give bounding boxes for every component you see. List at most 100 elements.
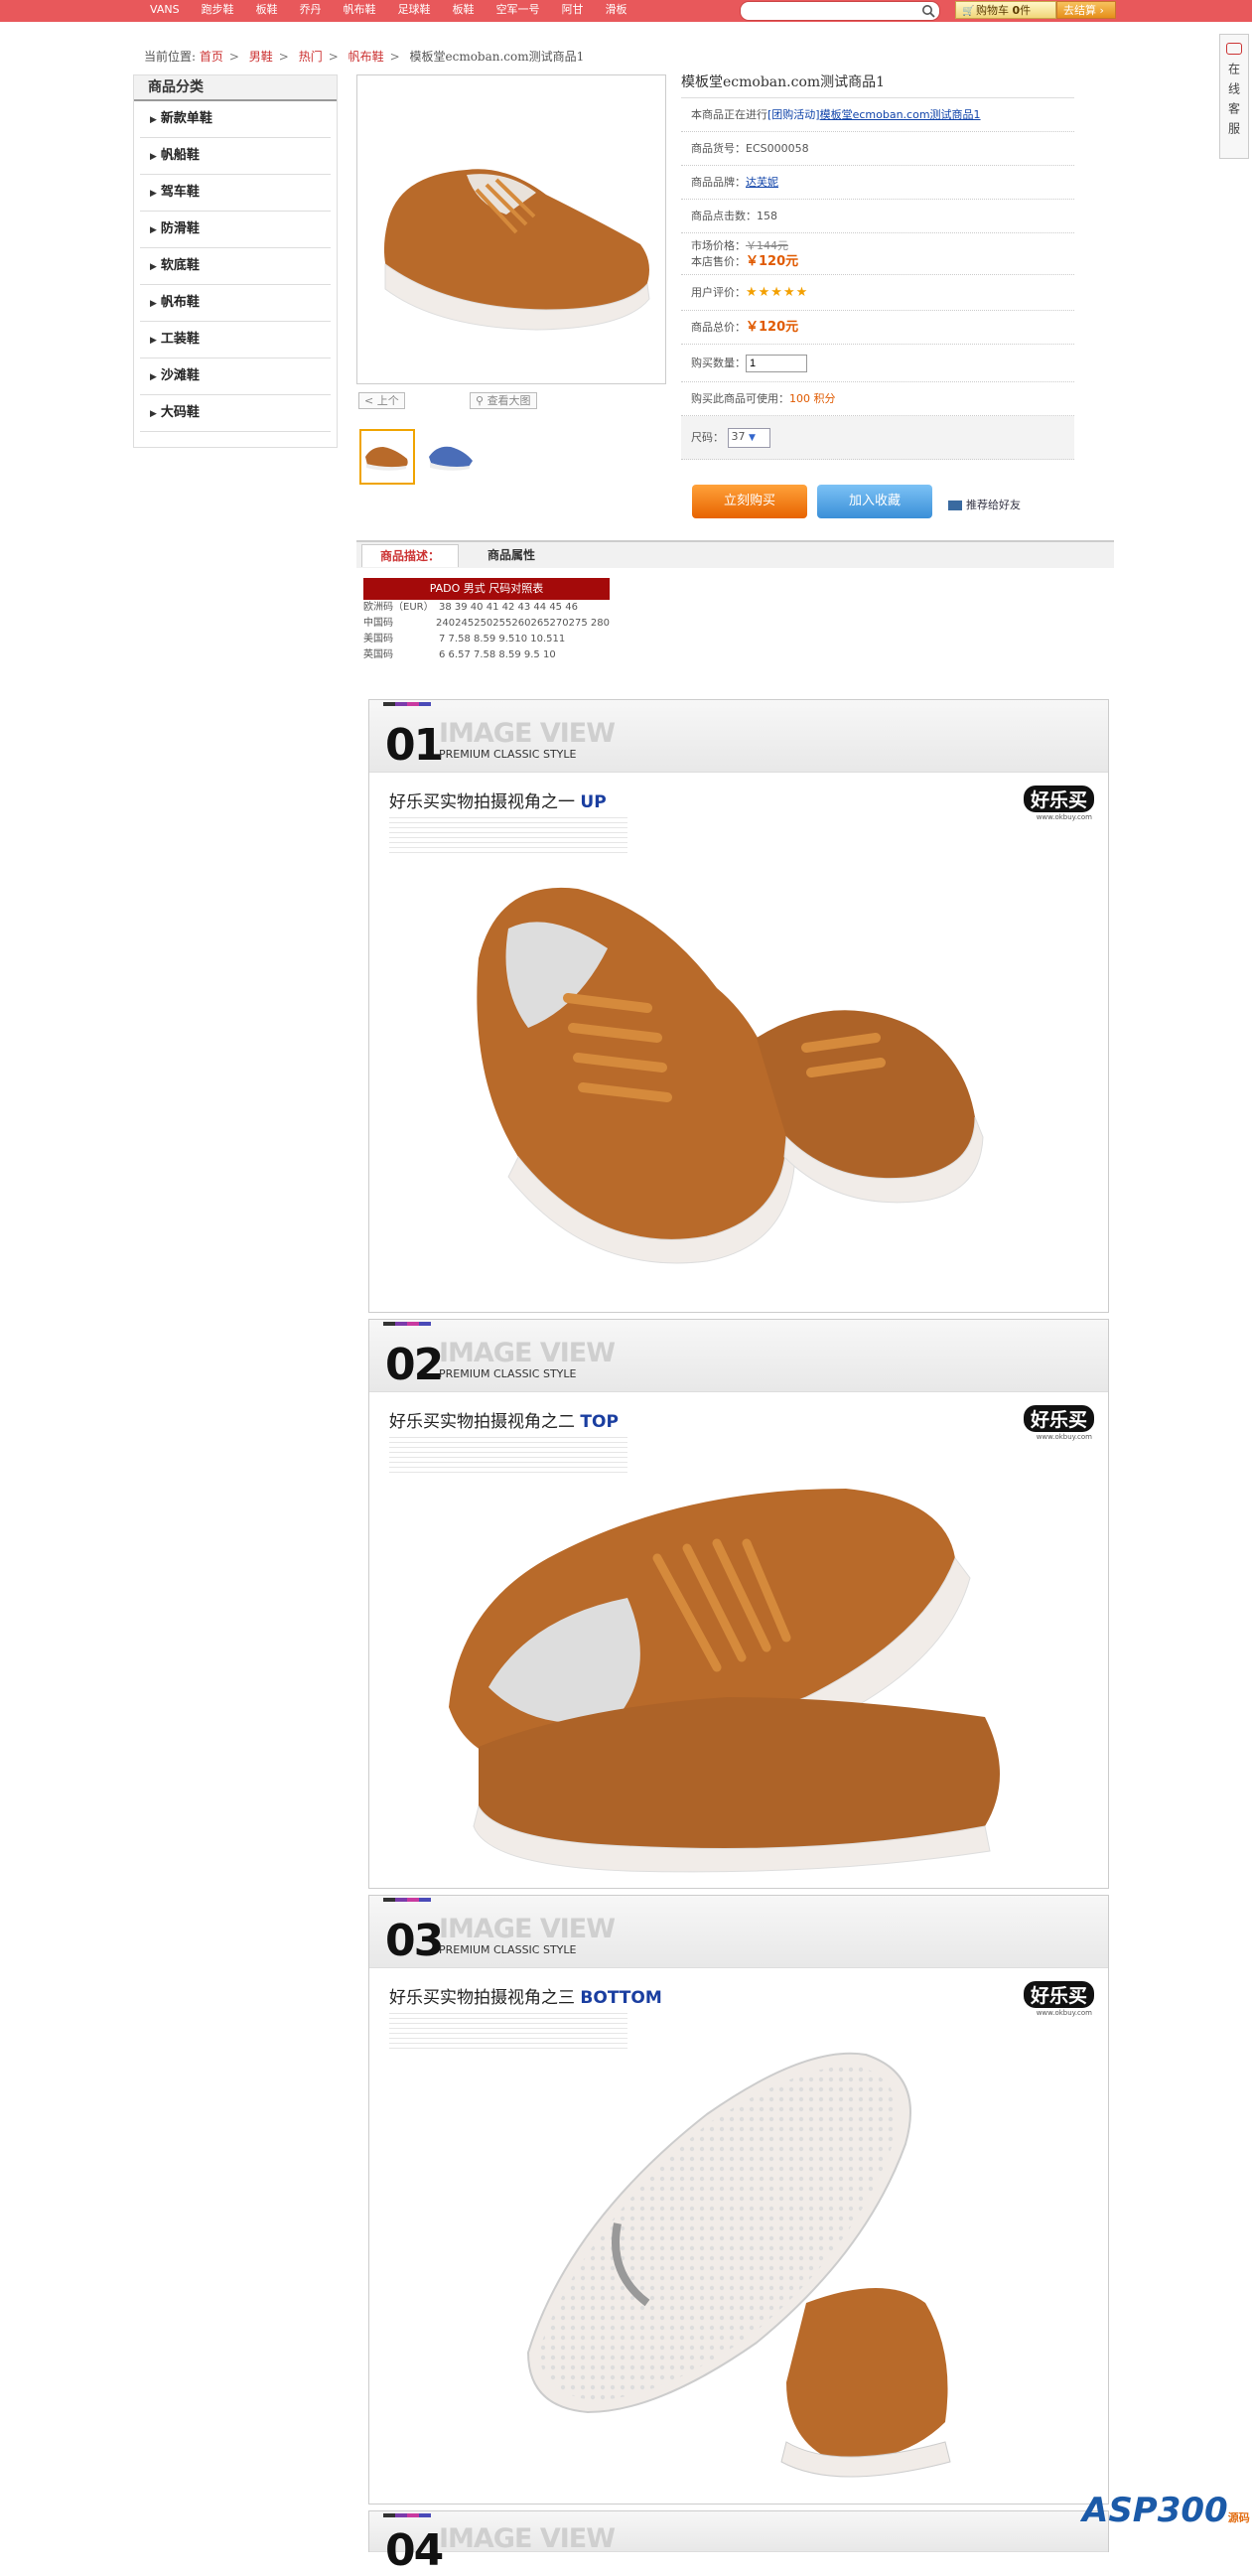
- sidebar-item[interactable]: ▶ 帆船鞋: [140, 138, 331, 175]
- nav-item[interactable]: 阿甘: [551, 0, 595, 22]
- prev-label: 上个: [376, 394, 399, 407]
- thumbnail-2[interactable]: [425, 431, 477, 483]
- brand-link[interactable]: 达芙妮: [746, 176, 778, 189]
- table-row: 欧洲码（EUR） 38 39 40 41 42 43 44 45 46: [363, 600, 610, 616]
- chevron-down-icon: ▼: [749, 433, 756, 443]
- sidebar-item[interactable]: ▶ 帆布鞋: [140, 285, 331, 322]
- view-large-button[interactable]: ⚲ 查看大图: [470, 392, 537, 409]
- size-row: 尺码： 37 ▼: [681, 416, 1074, 460]
- okbuy-url: www.okbuy.com: [1036, 2009, 1092, 2017]
- image-view-panel-4: 04 IMAGE VIEW: [368, 2510, 1109, 2576]
- shoe-thumbnail: [429, 446, 473, 471]
- nav-item[interactable]: 帆布鞋: [333, 0, 387, 22]
- caption-text: 好乐买实物拍摄视角之一: [389, 792, 575, 812]
- panel-header: 04 IMAGE VIEW: [369, 2511, 1108, 2576]
- points-value: 100: [789, 392, 810, 405]
- quantity-input[interactable]: [746, 355, 807, 372]
- nav-item[interactable]: 足球鞋: [387, 0, 442, 22]
- shop-price: ￥120元: [746, 254, 799, 269]
- breadcrumb-current: 模板堂ecmoban.com测试商品1: [409, 50, 585, 64]
- buy-now-button[interactable]: 立刻购买: [692, 485, 807, 518]
- shoe-photo: [477, 887, 984, 1264]
- breadcrumb-link[interactable]: 男鞋: [249, 50, 273, 64]
- sidebar-item[interactable]: ▶ 软底鞋: [140, 248, 331, 285]
- breadcrumb-link[interactable]: 首页: [200, 50, 223, 64]
- promo-tag[interactable]: [团购活动]: [767, 108, 820, 121]
- panel-number: 03: [385, 1916, 444, 1966]
- color-stripes: [383, 1898, 431, 1902]
- sidebar-item[interactable]: ▶ 工装鞋: [140, 322, 331, 358]
- size-select[interactable]: 37 ▼: [727, 428, 770, 448]
- caption-tag: TOP: [580, 1412, 619, 1432]
- clicks-value: 158: [757, 210, 777, 222]
- thumbnail-1[interactable]: [359, 429, 415, 485]
- table-row: 美国码 7 7.58 8.59 9.510 10.511: [363, 632, 610, 647]
- nav-item[interactable]: 空军一号: [486, 0, 551, 22]
- premium-subtitle: PREMIUM CLASSIC STYLE: [439, 1943, 577, 1956]
- tab-description[interactable]: 商品描述：: [361, 544, 459, 567]
- search-icon[interactable]: [921, 4, 935, 18]
- row-label: 中国码: [363, 618, 393, 629]
- points-row: 购买此商品可使用：100 积分: [681, 382, 1074, 416]
- sidebar-item-label: 防滑鞋: [160, 221, 200, 236]
- online-service-tab[interactable]: 在线客服: [1219, 34, 1249, 159]
- panel-number: 04: [385, 2525, 444, 2576]
- logo-text: ASP300: [1082, 2491, 1228, 2530]
- color-stripes: [383, 2513, 431, 2517]
- add-favorite-button[interactable]: 加入收藏: [817, 485, 932, 518]
- premium-subtitle: PREMIUM CLASSIC STYLE: [439, 1367, 577, 1380]
- caret-right-icon: ▶: [150, 336, 157, 346]
- sn-value: ECS000058: [746, 142, 809, 155]
- sidebar-item[interactable]: ▶ 新款单鞋: [140, 101, 331, 138]
- sidebar-item[interactable]: ▶ 沙滩鞋: [140, 358, 331, 395]
- panel-header: 03 IMAGE VIEW PREMIUM CLASSIC STYLE: [369, 1896, 1108, 1968]
- qty-label: 购买数量：: [691, 357, 746, 369]
- checkout-button[interactable]: 去结算 ›: [1056, 1, 1116, 19]
- promo-link[interactable]: 模板堂ecmoban.com测试商品1: [820, 108, 981, 121]
- image-view-panel-1: 01 IMAGE VIEW PREMIUM CLASSIC STYLE 好乐买实…: [368, 699, 1109, 1313]
- nav-item[interactable]: 板鞋: [245, 0, 289, 22]
- points-label: 购买此商品可使用：: [691, 392, 789, 405]
- color-stripes: [383, 702, 431, 706]
- table-row: 英国码 6 6.57 7.58 8.59 9.5 10: [363, 647, 610, 663]
- nav-item[interactable]: 跑步鞋: [191, 0, 245, 22]
- panel-header: 02 IMAGE VIEW PREMIUM CLASSIC STYLE: [369, 1320, 1108, 1392]
- caption-tag: UP: [580, 792, 607, 812]
- image-view-panel-2: 02 IMAGE VIEW PREMIUM CLASSIC STYLE 好乐买实…: [368, 1319, 1109, 1889]
- okbuy-url: www.okbuy.com: [1036, 813, 1092, 821]
- caret-right-icon: ▶: [150, 262, 157, 272]
- caret-right-icon: ▶: [150, 115, 157, 125]
- promo-label: 本商品正在进行: [691, 108, 767, 121]
- cart-button[interactable]: 🛒 购物车 0件: [955, 1, 1056, 19]
- breadcrumb-link[interactable]: 热门: [299, 50, 323, 64]
- sidebar-item[interactable]: ▶ 驾车鞋: [140, 175, 331, 212]
- sidebar-item[interactable]: ▶ 大码鞋: [140, 395, 331, 432]
- okbuy-logo: 好乐买: [1023, 1981, 1094, 2008]
- breadcrumb-link[interactable]: 帆布鞋: [348, 50, 384, 64]
- sidebar-item-label: 沙滩鞋: [160, 368, 200, 383]
- nav-item[interactable]: 乔丹: [289, 0, 333, 22]
- sidebar-item-label: 驾车鞋: [160, 185, 200, 200]
- panel-number: 01: [385, 720, 444, 771]
- nav-item[interactable]: VANS: [139, 0, 191, 22]
- shop-price-label: 本店售价：: [691, 255, 746, 268]
- recommend-link[interactable]: 推荐给好友: [948, 497, 1021, 512]
- search-input[interactable]: [740, 1, 940, 21]
- shoe-photo: [449, 1489, 1000, 1873]
- row-label: 英国码: [363, 649, 393, 660]
- category-sidebar: 商品分类 ▶ 新款单鞋 ▶ 帆船鞋 ▶ 驾车鞋 ▶ 防滑鞋 ▶ 软底鞋 ▶ 帆布鞋 ▶ 工装鞋…: [133, 74, 338, 448]
- product-main-image[interactable]: [356, 74, 666, 384]
- tab-attributes[interactable]: 商品属性: [467, 544, 556, 566]
- sidebar-item[interactable]: ▶ 防滑鞋: [140, 212, 331, 248]
- breadcrumb-separator: >: [278, 50, 289, 64]
- cart-label: 购物车: [976, 4, 1009, 17]
- row-values: 7 7.58 8.59 9.510 10.511: [439, 634, 566, 644]
- online-service-label: 在线客服: [1226, 63, 1241, 142]
- panel-caption: 好乐买实物拍摄视角之三 BOTTOM: [389, 1983, 662, 2008]
- row-values: 240245250255260265270275 280: [436, 618, 610, 629]
- nav-item[interactable]: 滑板: [595, 0, 638, 22]
- prev-image-button[interactable]: < 上个: [358, 392, 405, 409]
- nav-item[interactable]: 板鞋: [442, 0, 486, 22]
- cart-unit: 件: [1020, 4, 1032, 17]
- mail-icon: [948, 501, 962, 510]
